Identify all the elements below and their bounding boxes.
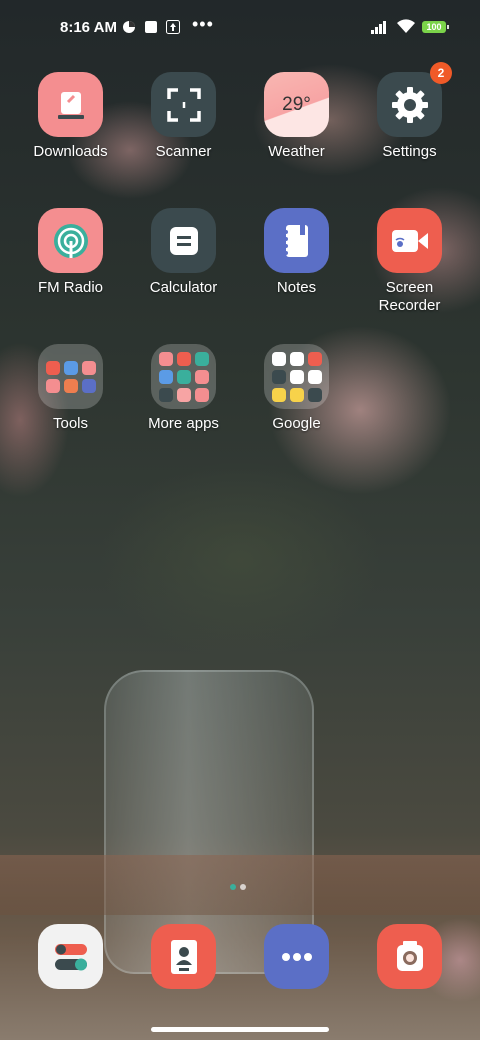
screen-recorder-icon (377, 208, 442, 273)
folder-icon (151, 344, 216, 409)
page-dot-active (230, 884, 236, 890)
notification-square-icon (145, 21, 157, 33)
camera-icon[interactable] (377, 924, 442, 989)
folder-tools[interactable]: Tools (14, 344, 127, 433)
page-dot (240, 884, 246, 890)
phone-dialer-icon[interactable] (38, 924, 103, 989)
app-label: Settings (382, 143, 437, 160)
gesture-nav-bar[interactable] (151, 1027, 329, 1032)
folder-icon (38, 344, 103, 409)
signal-icon (371, 21, 386, 34)
status-bar: 8:16 AM ••• 100 (0, 0, 480, 56)
downloads-icon (38, 72, 103, 137)
scanner-icon (151, 72, 216, 137)
app-screen-recorder[interactable]: Screen Recorder (353, 208, 466, 315)
app-label: Downloads (33, 143, 108, 160)
notes-icon (264, 208, 329, 273)
folder-more-apps[interactable]: More apps (127, 344, 240, 433)
app-scanner[interactable]: Scanner (127, 72, 240, 161)
contacts-icon[interactable] (151, 924, 216, 989)
dock (0, 924, 480, 990)
upload-icon (166, 20, 180, 34)
calculator-icon (151, 208, 216, 273)
app-label: Scanner (155, 143, 212, 160)
status-time: 8:16 AM (60, 19, 117, 36)
app-notes[interactable]: Notes (240, 208, 353, 297)
folder-label: Tools (52, 415, 89, 432)
app-label: Calculator (149, 279, 218, 296)
notification-badge: 2 (430, 62, 452, 84)
app-settings[interactable]: 2 Settings (353, 62, 466, 161)
battery-icon: 100 (422, 21, 449, 33)
folder-label: Google (272, 415, 321, 432)
wifi-icon (397, 19, 415, 33)
app-label: Weather (268, 143, 325, 160)
page-indicator (228, 877, 248, 895)
app-label: Screen Recorder (378, 279, 441, 314)
app-weather[interactable]: 29° Weather (240, 72, 353, 161)
folder-label: More apps (148, 415, 219, 432)
radio-icon (38, 208, 103, 273)
app-label: Notes (276, 279, 317, 296)
app-fm-radio[interactable]: FM Radio (14, 208, 127, 297)
app-downloads[interactable]: Downloads (14, 72, 127, 161)
weather-icon: 29° (264, 72, 329, 137)
more-dots-icon: ••• (192, 14, 214, 34)
app-calculator[interactable]: Calculator (127, 208, 240, 297)
gear-icon: 2 (377, 62, 452, 137)
folder-icon (264, 344, 329, 409)
messages-icon[interactable] (264, 924, 329, 989)
folder-google[interactable]: Google (240, 344, 353, 433)
app-label: FM Radio (37, 279, 104, 296)
data-saver-icon (123, 21, 135, 33)
